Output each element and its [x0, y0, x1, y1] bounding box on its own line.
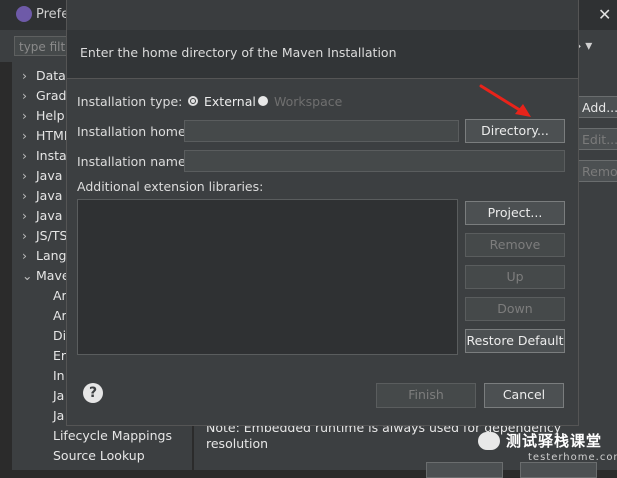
editor-gutter [0, 62, 12, 470]
directory-button[interactable]: Directory... [465, 119, 565, 143]
down-button[interactable]: Down [465, 297, 565, 321]
workspace-radio[interactable] [258, 96, 268, 106]
wechat-logo-icon [478, 432, 500, 450]
dialog-message: Enter the home directory of the Maven In… [80, 45, 397, 60]
red-arrow-annotation-icon [479, 84, 531, 117]
cancel-button[interactable]: Cancel [484, 383, 564, 408]
watermark: 测试驿栈课堂 testerhome.com [478, 428, 617, 468]
preferences-title: Prefe [36, 7, 70, 22]
tree-sub-item[interactable]: Er [53, 348, 66, 363]
tree-item[interactable]: › Instal [22, 148, 70, 163]
workspace-radio-label[interactable]: Workspace [274, 94, 342, 109]
tree-sub-item[interactable]: In [53, 368, 65, 383]
tree-sub-item[interactable]: Di [53, 328, 66, 343]
external-radio[interactable] [188, 96, 198, 106]
tree-sub-item[interactable]: Ja [53, 408, 64, 423]
extension-libraries-list[interactable] [77, 199, 458, 355]
tree-sub-item-source-lookup[interactable]: Source Lookup [53, 448, 145, 463]
tree-sub-item[interactable]: Ar [53, 288, 67, 303]
watermark-subtext: testerhome.com [528, 452, 617, 463]
tree-sub-item[interactable]: Ja [53, 388, 64, 403]
tree-item-maven[interactable]: ⌄ Mave [22, 268, 70, 283]
dialog-titlebar [67, 0, 578, 30]
close-icon[interactable]: ✕ [598, 5, 611, 24]
up-button[interactable]: Up [465, 265, 565, 289]
tree-item[interactable]: › Help [22, 108, 65, 123]
installation-type-label: Installation type: [77, 94, 183, 109]
tree-item[interactable]: › HTML [22, 128, 71, 143]
external-radio-label[interactable]: External [204, 94, 256, 109]
filter-input[interactable]: type filte [14, 36, 74, 56]
project-button[interactable]: Project... [465, 201, 565, 225]
restore-default-button[interactable]: Restore Default [465, 329, 565, 353]
tree-item[interactable]: › Java [22, 168, 62, 183]
installation-home-label: Installation home: [77, 124, 190, 139]
help-icon[interactable]: ? [83, 383, 103, 403]
tree-item[interactable]: › Data [22, 68, 66, 83]
finish-button[interactable]: Finish [376, 383, 476, 408]
tree-item[interactable]: › Java [22, 188, 62, 203]
installation-name-input[interactable] [184, 150, 565, 172]
remove-button[interactable]: Remove [465, 233, 565, 257]
header-divider [67, 78, 578, 79]
tree-item[interactable]: › JS/TS [22, 228, 67, 243]
tree-item[interactable]: › Grad [22, 88, 66, 103]
tree-item[interactable]: › Java [22, 208, 62, 223]
add-button[interactable]: Add... [577, 96, 617, 118]
edit-button[interactable]: Edit... [577, 128, 617, 150]
installation-name-label: Installation name: [77, 154, 190, 169]
tree-sub-item-lifecycle-mappings[interactable]: Lifecycle Mappings [53, 428, 172, 443]
remove-installation-button[interactable]: Remove [577, 160, 617, 182]
eclipse-app-icon [16, 6, 32, 22]
watermark-text: 测试驿栈课堂 [506, 432, 603, 450]
installation-home-input[interactable] [184, 120, 459, 142]
extension-libraries-label: Additional extension libraries: [77, 179, 264, 194]
maven-installation-dialog: Enter the home directory of the Maven In… [67, 0, 578, 425]
tree-sub-item[interactable]: Ar [53, 308, 67, 323]
